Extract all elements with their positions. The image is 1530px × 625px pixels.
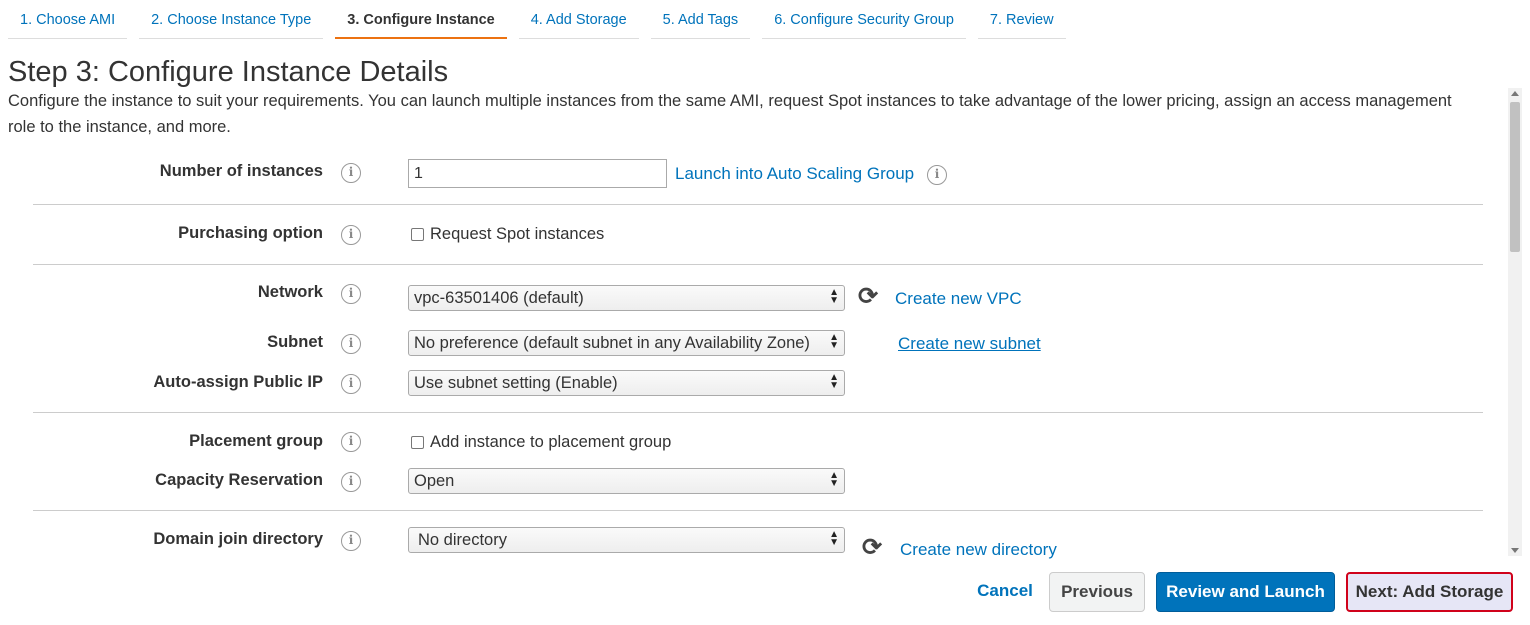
- info-icon[interactable]: i: [341, 531, 361, 551]
- domain-join-select[interactable]: No directory ▲ ▼: [408, 527, 845, 553]
- divider: [33, 412, 1483, 413]
- scrollbar[interactable]: [1508, 88, 1522, 556]
- placement-group-label: Placement group: [189, 432, 323, 450]
- network-select-value: vpc-63501406 (default): [414, 289, 584, 307]
- tab-review[interactable]: 7. Review: [977, 0, 1066, 39]
- previous-button[interactable]: Previous: [1049, 572, 1145, 612]
- domain-join-label: Domain join directory: [153, 530, 323, 548]
- tab-choose-ami[interactable]: 1. Choose AMI: [8, 0, 128, 39]
- scroll-down-icon[interactable]: [1511, 548, 1519, 553]
- page-description: Configure the instance to suit your requ…: [8, 92, 1452, 136]
- info-icon[interactable]: i: [341, 432, 361, 452]
- divider: [33, 204, 1483, 205]
- placement-checkbox-row[interactable]: Add instance to placement group: [411, 433, 671, 452]
- info-icon[interactable]: i: [341, 374, 361, 394]
- wizard-tabs: 1. Choose AMI 2. Choose Instance Type 3.…: [8, 0, 1078, 39]
- create-vpc-link[interactable]: Create new VPC: [895, 289, 1022, 309]
- select-caret-icon: ▲ ▼: [829, 470, 839, 489]
- select-caret-icon: ▲ ▼: [829, 332, 839, 351]
- capacity-reservation-select[interactable]: Open ▲ ▼: [408, 468, 845, 494]
- select-caret-icon: ▲ ▼: [829, 287, 839, 306]
- spot-instances-checkbox[interactable]: [411, 228, 424, 241]
- subnet-label: Subnet: [267, 333, 323, 351]
- info-icon[interactable]: i: [341, 225, 361, 245]
- auto-scaling-link[interactable]: Launch into Auto Scaling Group: [675, 164, 914, 184]
- select-caret-icon: ▲ ▼: [829, 372, 839, 391]
- next-add-storage-button[interactable]: Next: Add Storage: [1346, 572, 1513, 612]
- network-label: Network: [257, 283, 323, 301]
- spot-instances-label: Request Spot instances: [430, 225, 605, 243]
- domain-join-select-value: No directory: [418, 531, 507, 549]
- tab-choose-instance-type[interactable]: 2. Choose Instance Type: [139, 0, 324, 39]
- refresh-icon[interactable]: ⟳: [862, 536, 882, 560]
- scroll-up-icon[interactable]: [1511, 91, 1519, 96]
- tab-configure-security-group[interactable]: 6. Configure Security Group: [762, 0, 966, 39]
- tab-configure-instance[interactable]: 3. Configure Instance: [335, 0, 507, 39]
- tab-add-storage[interactable]: 4. Add Storage: [518, 0, 639, 39]
- num-instances-label: Number of instances: [159, 162, 323, 180]
- review-and-launch-button[interactable]: Review and Launch: [1156, 572, 1335, 612]
- tab-add-tags[interactable]: 5. Add Tags: [650, 0, 751, 39]
- public-ip-select-value: Use subnet setting (Enable): [414, 374, 618, 392]
- capacity-reservation-label: Capacity Reservation: [155, 471, 323, 489]
- info-icon[interactable]: i: [927, 165, 947, 185]
- select-caret-icon: ▲ ▼: [829, 529, 839, 548]
- info-icon[interactable]: i: [341, 284, 361, 304]
- create-directory-link[interactable]: Create new directory: [900, 540, 1057, 560]
- capacity-reservation-select-value: Open: [414, 472, 455, 490]
- divider: [33, 510, 1483, 511]
- public-ip-label: Auto-assign Public IP: [153, 373, 323, 391]
- placement-group-checkbox-label: Add instance to placement group: [430, 433, 672, 451]
- network-select[interactable]: vpc-63501406 (default) ▲ ▼: [408, 285, 845, 311]
- num-instances-input[interactable]: [408, 159, 667, 188]
- subnet-select-value: No preference (default subnet in any Ava…: [414, 334, 810, 352]
- info-icon[interactable]: i: [341, 163, 361, 183]
- page-title: Step 3: Configure Instance Details: [8, 56, 449, 88]
- info-icon[interactable]: i: [341, 472, 361, 492]
- public-ip-select[interactable]: Use subnet setting (Enable) ▲ ▼: [408, 370, 845, 396]
- placement-group-checkbox[interactable]: [411, 436, 424, 449]
- spot-checkbox-row[interactable]: Request Spot instances: [411, 225, 604, 244]
- scrollbar-thumb[interactable]: [1510, 102, 1520, 252]
- cancel-button[interactable]: Cancel: [966, 572, 1044, 612]
- info-icon[interactable]: i: [341, 334, 361, 354]
- subnet-select[interactable]: No preference (default subnet in any Ava…: [408, 330, 845, 356]
- create-subnet-link[interactable]: Create new subnet: [898, 334, 1041, 354]
- refresh-icon[interactable]: ⟳: [858, 285, 878, 309]
- purchasing-option-label: Purchasing option: [178, 224, 323, 242]
- divider: [33, 264, 1483, 265]
